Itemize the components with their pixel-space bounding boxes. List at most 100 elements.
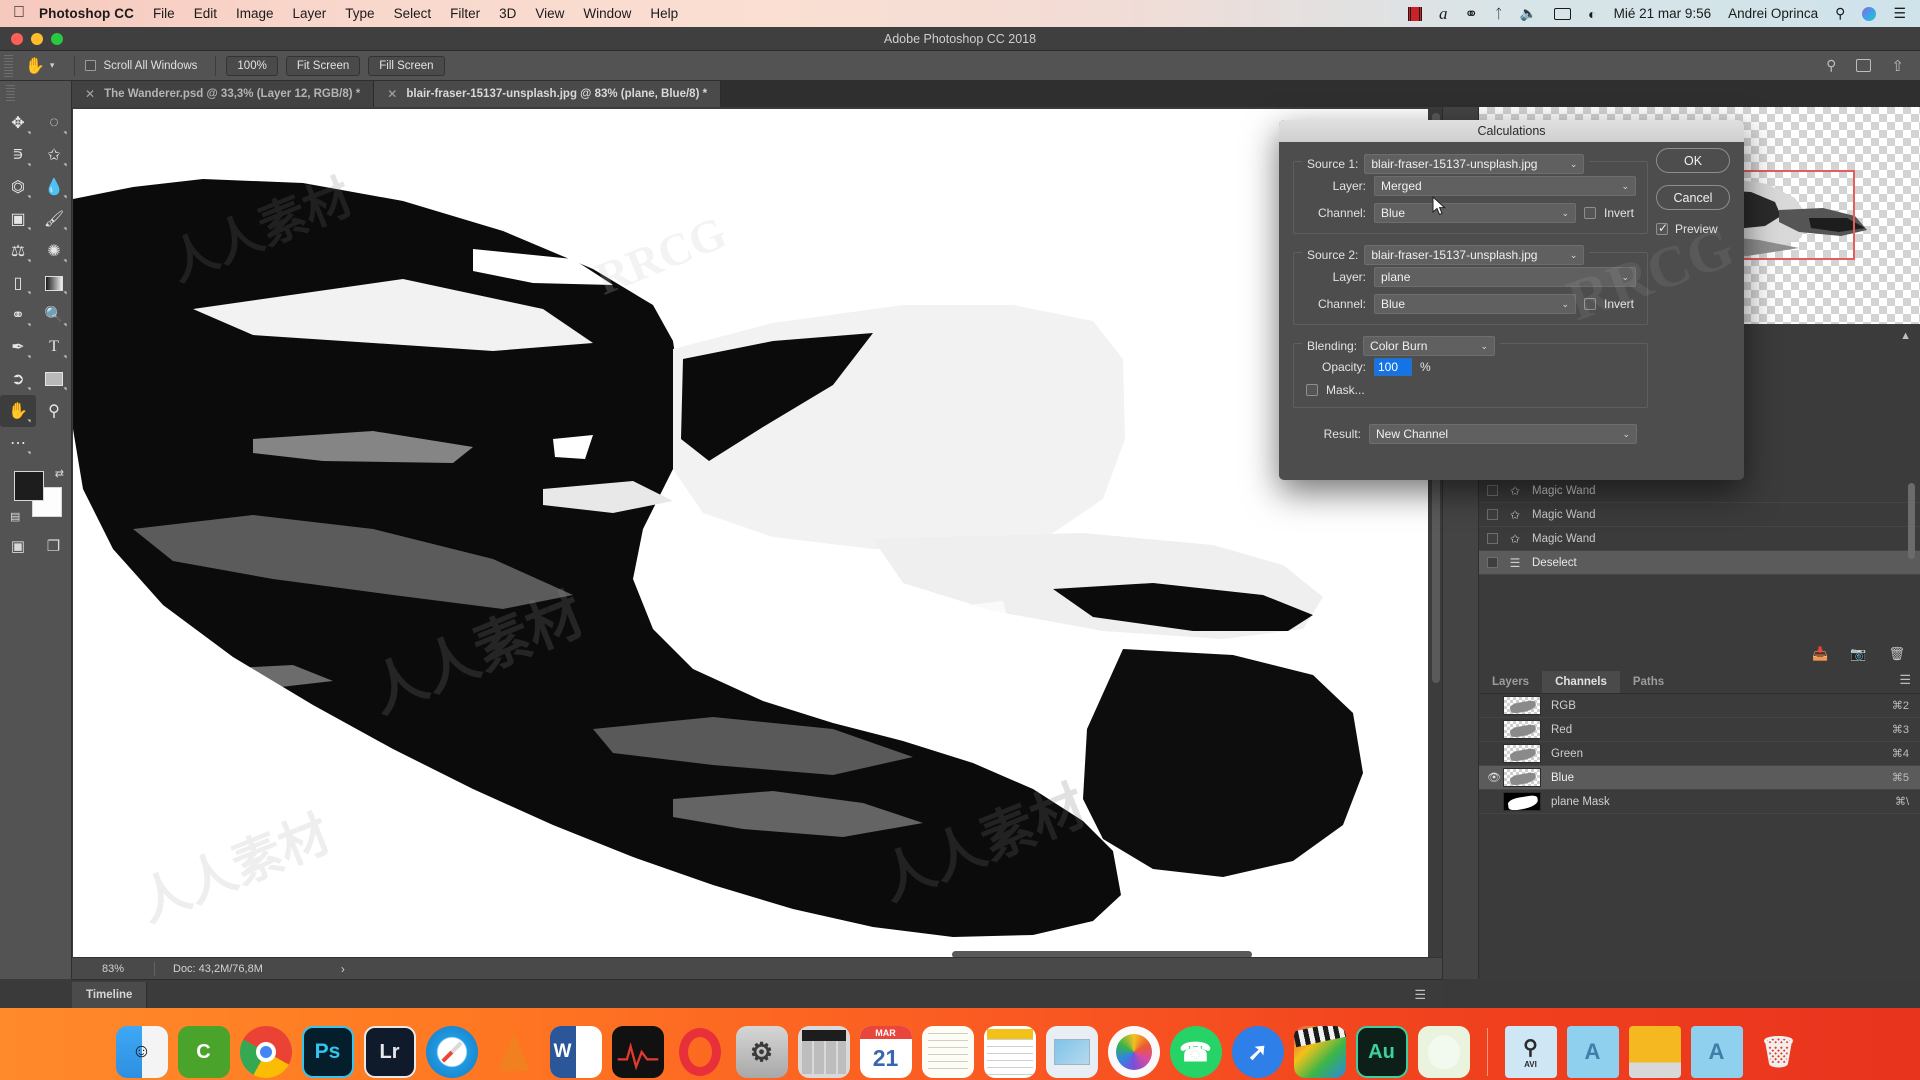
menu-item-help[interactable]: Help [650,6,678,21]
menubar-user[interactable]: Andrei Oprinca [1728,6,1818,21]
dock-app-activity-monitor[interactable] [611,1026,664,1078]
creative-cloud-icon[interactable]: ⚭ [1464,4,1477,24]
brush-tool[interactable]: 🖌 [36,203,72,235]
dock-app-word[interactable]: W [549,1026,602,1078]
calculations-dialog[interactable]: Calculations Source 1: blair-fraser-1513… [1279,120,1744,480]
dock-app-opera[interactable] [674,1026,726,1078]
panel-menu-icon[interactable]: ☰ [1414,987,1426,1003]
clone-stamp-tool[interactable]: ⚖ [0,235,36,267]
opacity-input[interactable]: 100 [1374,358,1412,376]
dock-stack-avi-file[interactable]: ⚲ AVI [1504,1026,1557,1078]
volume-icon[interactable]: 🔈 [1520,5,1537,22]
list-item[interactable]: ☰ Deselect [1479,551,1920,575]
zoom-tool[interactable]: ⚲ [36,395,72,427]
collapse-chevron-up-icon[interactable]: ▲ [1900,330,1911,342]
scroll-all-windows-checkbox[interactable] [85,60,97,71]
menu-item-view[interactable]: View [535,6,564,21]
menu-item-image[interactable]: Image [236,6,274,21]
image-canvas[interactable]: 人人素材 人人素材 人人素材 人人素材 RRCG [73,109,1428,964]
lasso-tool[interactable]: ⋾ [0,139,36,171]
tab-timeline[interactable]: Timeline [72,981,148,1008]
menu-item-filter[interactable]: Filter [450,6,480,21]
dock-app-camtasia[interactable]: C [177,1026,230,1078]
result-select[interactable]: New Channel ⌄ [1369,424,1637,444]
source-2-invert-checkbox[interactable] [1584,298,1596,310]
tools-panel-grip[interactable] [6,85,15,101]
hand-tool[interactable]: ✋ [0,395,36,427]
dock-app-notes[interactable] [921,1026,974,1078]
preview-checkbox[interactable] [1656,221,1668,235]
zoom-100-button[interactable]: 100% [226,55,278,76]
source-1-layer-select[interactable]: Merged ⌄ [1374,176,1636,196]
menu-item-type[interactable]: Type [345,6,374,21]
menu-item-file[interactable]: File [153,6,175,21]
dock-app-numbers[interactable] [983,1026,1036,1078]
dock-trash[interactable]: 🗑 [1753,1026,1805,1078]
dock-app-finder[interactable]: ☺ [115,1026,168,1078]
close-icon[interactable]: ✕ [85,87,95,101]
dock-app-photos[interactable] [1107,1026,1160,1078]
dock-app-final-cut-pro[interactable] [1293,1026,1346,1078]
channel-row-rgb[interactable]: RGB ⌘2 [1479,694,1920,718]
search-icon[interactable]: ⚲ [1835,5,1845,22]
arrange-documents-icon[interactable] [1856,59,1872,72]
siri-icon[interactable] [1862,6,1877,21]
fit-screen-button[interactable]: Fit Screen [285,55,361,76]
history-toggle-checkbox[interactable] [1487,533,1498,544]
dock-app-system-preferences[interactable]: ⚙ [735,1026,788,1078]
history-toggle-checkbox[interactable] [1487,485,1498,496]
eraser-tool[interactable]: ▯ [0,267,36,299]
source-2-channel-select[interactable]: Blue ⌄ [1374,294,1576,314]
ok-button[interactable]: OK [1656,148,1730,173]
frame-tool[interactable]: ▣ [0,203,36,235]
gradient-tool[interactable] [36,267,72,299]
delete-icon[interactable]: 🗑 [1888,646,1905,662]
menu-item-window[interactable]: Window [583,6,631,21]
history-brush-tool[interactable]: ✺ [36,235,72,267]
zoom-level[interactable]: 83% [72,963,154,975]
list-item[interactable]: ✩ Magic Wand [1479,527,1920,551]
source-1-channel-select[interactable]: Blue ⌄ [1374,203,1576,223]
tab-layers[interactable]: Layers [1479,671,1542,693]
blur-tool[interactable]: ⚭ [0,299,36,331]
default-colors-icon[interactable]: ▤ [10,510,20,523]
screen-mode-icon[interactable]: ❐ [47,537,60,555]
dodge-tool[interactable]: 🔍 [36,299,72,331]
search-icon[interactable]: ⚲ [1826,57,1836,74]
source-1-invert-checkbox[interactable] [1584,207,1596,219]
apple-icon[interactable]:  [13,4,25,21]
foreground-color-swatch[interactable] [14,471,44,501]
mask-checkbox[interactable] [1306,384,1318,396]
bluetooth-icon[interactable]: ᛏ [1495,6,1503,21]
pen-tool[interactable]: ✒ [0,331,36,363]
menu-item-select[interactable]: Select [394,6,432,21]
close-icon[interactable]: ✕ [387,87,397,101]
history-toggle-checkbox[interactable] [1487,509,1498,520]
eyedropper-tool[interactable]: 💧 [36,171,72,203]
path-selection-tool[interactable]: ➲ [0,363,36,395]
new-document-from-state-icon[interactable]: 📥 [1812,646,1828,662]
dock-stack-external-drive[interactable] [1628,1026,1681,1078]
fill-screen-button[interactable]: Fill Screen [368,55,445,76]
list-item[interactable]: ✩ Magic Wand [1479,503,1920,527]
wifi-icon[interactable]: ◐ [1588,6,1596,22]
dock-app-lightroom[interactable]: Lr [363,1026,416,1078]
dock-app-audition[interactable]: Au [1355,1026,1408,1078]
crop-tool[interactable]: ⏣ [0,171,36,203]
document-tab-wanderer[interactable]: ✕ The Wanderer.psd @ 33,3% (Layer 12, RG… [72,81,375,107]
dock-app-calculator[interactable] [797,1026,850,1078]
source-1-select[interactable]: blair-fraser-15137-unsplash.jpg ⌄ [1364,154,1585,174]
panel-menu-icon[interactable]: ☰ [1889,667,1920,693]
quick-mask-icon[interactable]: ▣ [11,537,25,555]
options-bar-grip[interactable] [4,54,13,77]
list-item[interactable]: ✩ Magic Wand [1479,479,1920,503]
create-snapshot-icon[interactable]: 📷 [1850,646,1866,662]
move-tool[interactable]: ✥ [0,107,36,139]
source-2-select[interactable]: blair-fraser-15137-unsplash.jpg ⌄ [1364,245,1585,265]
channel-row-red[interactable]: Red ⌘3 [1479,718,1920,742]
share-icon[interactable]: ⇧ [1891,57,1904,75]
magic-wand-tool[interactable]: ✩ [36,139,72,171]
menu-app-name[interactable]: Photoshop CC [39,6,134,21]
dock-app-photoshop[interactable]: Ps [301,1026,354,1078]
notification-center-icon[interactable]: ☰ [1893,5,1906,22]
